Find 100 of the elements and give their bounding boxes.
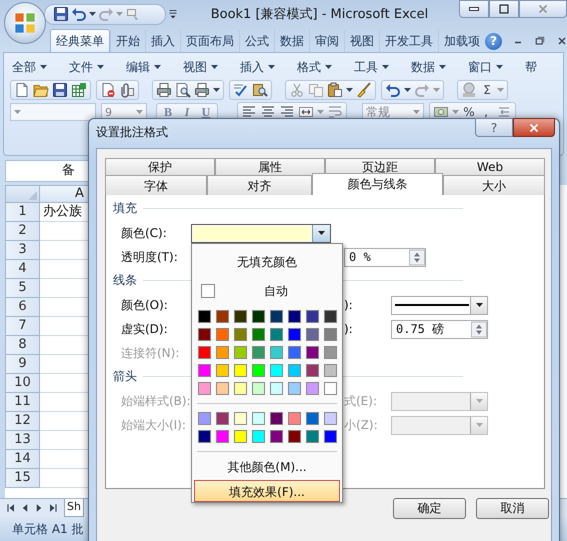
row-header[interactable]: 7 bbox=[5, 317, 40, 336]
row-header[interactable]: 10 bbox=[5, 374, 40, 393]
new-document-icon[interactable] bbox=[14, 82, 30, 98]
color-swatch[interactable] bbox=[198, 382, 210, 395]
color-swatch[interactable] bbox=[216, 412, 228, 425]
color-swatch[interactable] bbox=[324, 364, 336, 377]
checkmark-icon[interactable] bbox=[233, 82, 249, 98]
brush-icon[interactable] bbox=[356, 82, 372, 98]
color-swatch[interactable] bbox=[324, 328, 336, 341]
restore-icon[interactable] bbox=[534, 35, 546, 47]
row-header[interactable]: 11 bbox=[5, 393, 40, 412]
color-swatch[interactable] bbox=[234, 382, 246, 395]
printer-icon[interactable] bbox=[194, 82, 210, 98]
row-header[interactable]: 3 bbox=[5, 241, 40, 260]
book-search-icon[interactable] bbox=[252, 82, 268, 98]
merge-icon[interactable] bbox=[298, 104, 314, 120]
color-swatch[interactable] bbox=[324, 310, 336, 323]
color-swatch[interactable] bbox=[198, 310, 210, 323]
color-swatch[interactable] bbox=[252, 430, 264, 443]
color-swatch[interactable] bbox=[234, 310, 246, 323]
menu-item[interactable]: 格式 bbox=[297, 58, 354, 76]
menu-item[interactable]: 其他颜色(M)... bbox=[194, 455, 340, 477]
row-header[interactable]: 5 bbox=[5, 279, 40, 298]
color-swatch[interactable] bbox=[270, 346, 282, 359]
undo-icon[interactable] bbox=[71, 6, 87, 22]
dialog-tab[interactable]: 属性 bbox=[215, 158, 325, 175]
color-swatch[interactable] bbox=[252, 346, 264, 359]
sheet-tab[interactable]: Sh bbox=[64, 499, 84, 517]
first-sheet-icon[interactable] bbox=[5, 502, 17, 514]
dialog-tab[interactable]: 对齐 bbox=[207, 175, 312, 195]
ribbon-tab[interactable]: 经典菜单 bbox=[50, 29, 110, 52]
currency-icon[interactable] bbox=[433, 104, 449, 120]
color-swatch[interactable] bbox=[198, 364, 210, 377]
menu-item[interactable]: 文件 bbox=[69, 58, 126, 76]
no-fill-option[interactable]: 无填充颜色 bbox=[199, 250, 335, 274]
color-swatch[interactable] bbox=[324, 382, 336, 395]
color-swatch[interactable] bbox=[306, 382, 318, 395]
dialog-tab[interactable]: 字体 bbox=[105, 175, 207, 195]
automatic-option[interactable]: 自动 bbox=[215, 282, 337, 300]
print-preview-icon[interactable] bbox=[175, 82, 191, 98]
row-header[interactable]: 12 bbox=[5, 412, 40, 431]
color-swatch[interactable] bbox=[306, 328, 318, 341]
color-swatch[interactable] bbox=[252, 364, 264, 377]
scissors-icon[interactable] bbox=[289, 82, 305, 98]
menu-item[interactable]: 编辑 bbox=[126, 58, 183, 76]
color-swatch[interactable] bbox=[216, 346, 228, 359]
color-swatch[interactable] bbox=[252, 328, 264, 341]
row-header[interactable]: 6 bbox=[5, 298, 40, 317]
font-field[interactable] bbox=[10, 103, 96, 121]
document-delete-icon[interactable] bbox=[100, 82, 116, 98]
menu-item[interactable]: 填充效果(F)... bbox=[194, 480, 340, 502]
color-swatch[interactable] bbox=[270, 412, 282, 425]
color-swatch[interactable] bbox=[216, 328, 228, 341]
color-swatch[interactable] bbox=[288, 412, 300, 425]
color-swatch[interactable] bbox=[234, 430, 246, 443]
spreadsheet-icon[interactable] bbox=[71, 82, 87, 98]
printer-icon[interactable] bbox=[156, 82, 172, 98]
line-style-dropdown[interactable] bbox=[391, 296, 488, 314]
menu-item[interactable]: 工具 bbox=[354, 58, 411, 76]
color-swatch[interactable] bbox=[252, 310, 264, 323]
color-swatch[interactable] bbox=[270, 328, 282, 341]
percent-button[interactable]: % bbox=[462, 105, 476, 119]
color-swatch[interactable] bbox=[288, 346, 300, 359]
row-header[interactable]: 2 bbox=[5, 222, 40, 241]
last-sheet-icon[interactable] bbox=[47, 502, 59, 514]
color-swatch[interactable] bbox=[216, 310, 228, 323]
color-swatch[interactable] bbox=[234, 412, 246, 425]
color-swatch[interactable] bbox=[198, 346, 210, 359]
color-swatch[interactable] bbox=[288, 310, 300, 323]
menu-item[interactable]: 视图 bbox=[183, 58, 240, 76]
row-header[interactable]: 14 bbox=[5, 450, 40, 469]
maximize-button[interactable] bbox=[489, 0, 519, 18]
dialog-tab[interactable]: 大小 bbox=[443, 175, 545, 195]
ok-button[interactable]: 确定 bbox=[393, 498, 466, 519]
close-button[interactable] bbox=[513, 118, 555, 137]
row-header[interactable]: 4 bbox=[5, 260, 40, 279]
menu-item[interactable]: 数据 bbox=[411, 58, 468, 76]
color-swatch[interactable] bbox=[270, 310, 282, 323]
color-swatch[interactable] bbox=[234, 328, 246, 341]
color-swatch[interactable] bbox=[234, 364, 246, 377]
transparency-field[interactable]: 0 % bbox=[344, 248, 426, 266]
color-swatch[interactable] bbox=[252, 382, 264, 395]
menu-item[interactable]: 帮 bbox=[525, 58, 567, 76]
color-swatch[interactable] bbox=[216, 364, 228, 377]
menu-item[interactable]: 全部 bbox=[12, 58, 69, 76]
color-swatch[interactable] bbox=[324, 346, 336, 359]
folder-icon[interactable] bbox=[33, 82, 49, 98]
color-swatch[interactable] bbox=[324, 430, 336, 443]
wrap-text-icon[interactable] bbox=[327, 104, 343, 120]
line-weight-field[interactable]: 0.75 磅 bbox=[391, 320, 488, 338]
color-swatch[interactable] bbox=[306, 430, 318, 443]
comma-button[interactable]: , bbox=[479, 105, 493, 119]
color-swatch[interactable] bbox=[216, 430, 228, 443]
menu-item[interactable]: 插入 bbox=[240, 58, 297, 76]
color-swatch[interactable] bbox=[288, 364, 300, 377]
close-icon[interactable] bbox=[556, 35, 567, 47]
color-swatch[interactable] bbox=[198, 328, 210, 341]
menu-item[interactable]: 窗口 bbox=[468, 58, 525, 76]
minimize-button[interactable] bbox=[459, 0, 489, 18]
save-icon[interactable] bbox=[53, 6, 69, 22]
